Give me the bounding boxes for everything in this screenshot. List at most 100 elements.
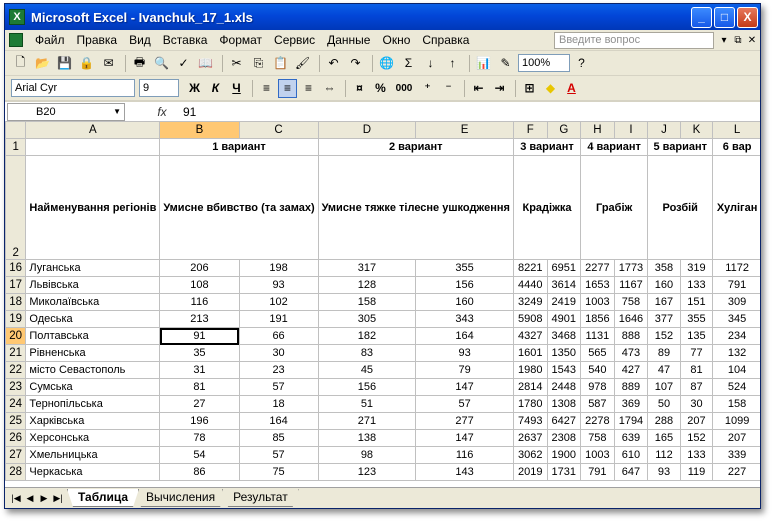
crime-header[interactable]: Умисне вбивство (та замах) [159, 155, 319, 260]
value-cell[interactable]: 87 [679, 378, 714, 396]
value-cell[interactable]: 6951 [546, 259, 582, 277]
value-cell[interactable]: 2814 [512, 378, 548, 396]
value-cell[interactable]: 93 [238, 276, 319, 294]
value-cell[interactable]: 305 [317, 310, 417, 328]
align-center-icon[interactable]: ≡ [278, 78, 297, 98]
bold-button[interactable]: Ж [185, 79, 204, 98]
row-header[interactable]: 24 [5, 395, 27, 413]
column-header-h[interactable]: H [580, 121, 615, 139]
value-cell[interactable]: 85 [238, 429, 319, 447]
value-cell[interactable]: 2419 [546, 293, 582, 311]
value-cell[interactable]: 1980 [512, 361, 548, 379]
value-cell[interactable]: 3249 [512, 293, 548, 311]
column-header-c[interactable]: C [238, 121, 319, 139]
minimize-button[interactable]: _ [691, 6, 712, 28]
borders-icon[interactable]: ⊞ [520, 79, 539, 98]
value-cell[interactable]: 167 [647, 293, 681, 311]
maximize-button[interactable]: □ [714, 6, 735, 28]
value-cell[interactable]: 7493 [512, 412, 548, 430]
value-cell[interactable]: 143 [415, 463, 514, 481]
document-icon[interactable] [9, 33, 23, 47]
menu-edit[interactable]: Правка [71, 33, 124, 47]
value-cell[interactable]: 102 [238, 293, 319, 311]
value-cell[interactable]: 2019 [512, 463, 548, 481]
value-cell[interactable]: 2448 [546, 378, 582, 396]
value-cell[interactable]: 54 [159, 446, 240, 464]
value-cell[interactable]: 277 [415, 412, 514, 430]
value-cell[interactable]: 639 [613, 429, 649, 447]
help-question-input[interactable]: Введите вопрос [554, 31, 714, 49]
format-painter-icon[interactable]: 🖌 [293, 54, 312, 73]
value-cell[interactable]: 104 [712, 361, 760, 379]
menu-format[interactable]: Формат [213, 33, 268, 47]
open-icon[interactable]: 📂 [33, 54, 52, 73]
value-cell[interactable]: 1601 [512, 344, 548, 362]
value-cell[interactable]: 791 [580, 463, 615, 481]
crime-header[interactable]: Грабіж [580, 155, 649, 260]
value-cell[interactable]: 358 [647, 259, 681, 277]
value-cell[interactable]: 77 [679, 344, 714, 362]
cell[interactable] [25, 138, 161, 156]
value-cell[interactable]: 164 [238, 412, 319, 430]
menu-data[interactable]: Данные [321, 33, 376, 47]
row-header[interactable]: 28 [5, 463, 27, 481]
value-cell[interactable]: 355 [679, 310, 714, 328]
value-cell[interactable]: 1773 [613, 259, 649, 277]
research-icon[interactable]: 📖 [196, 54, 215, 73]
value-cell[interactable]: 50 [647, 395, 681, 413]
value-cell[interactable]: 2277 [580, 259, 615, 277]
fx-label[interactable]: fx [147, 105, 177, 119]
value-cell[interactable]: 1731 [546, 463, 582, 481]
decrease-decimal-icon[interactable]: ⁻ [439, 79, 458, 98]
menu-insert[interactable]: Вставка [157, 33, 214, 47]
value-cell[interactable]: 355 [415, 259, 514, 277]
value-cell[interactable]: 112 [647, 446, 681, 464]
value-cell[interactable]: 1794 [613, 412, 649, 430]
region-cell[interactable]: Одеська [25, 310, 161, 328]
column-header-f[interactable]: F [512, 121, 548, 139]
value-cell[interactable]: 1780 [512, 395, 548, 413]
value-cell[interactable]: 132 [712, 344, 760, 362]
sheet-tab-table[interactable]: Таблица [67, 489, 139, 507]
value-cell[interactable]: 3614 [546, 276, 582, 294]
region-cell[interactable]: Рівненська [25, 344, 161, 362]
value-cell[interactable]: 164 [415, 327, 514, 345]
value-cell[interactable]: 1172 [712, 259, 760, 277]
value-cell[interactable]: 18 [238, 395, 319, 413]
help-icon[interactable]: ? [572, 54, 591, 73]
value-cell[interactable]: 57 [238, 446, 319, 464]
value-cell[interactable]: 35 [159, 344, 240, 362]
row-header[interactable]: 1 [5, 138, 27, 156]
value-cell[interactable]: 1099 [712, 412, 760, 430]
value-cell[interactable]: 1167 [613, 276, 649, 294]
row-header[interactable]: 20 [5, 327, 27, 345]
value-cell[interactable]: 1653 [580, 276, 615, 294]
menu-window[interactable]: Окно [376, 33, 416, 47]
worksheet-grid[interactable]: A B C D E F G H I J K L 1 1 вариант 2 ва… [5, 121, 760, 489]
value-cell[interactable]: 473 [613, 344, 649, 362]
underline-button[interactable]: Ч [227, 79, 246, 98]
select-all-corner[interactable] [5, 121, 27, 139]
row-header[interactable]: 25 [5, 412, 27, 430]
doc-minimize-icon[interactable]: ▾ [718, 35, 730, 46]
crime-header[interactable]: Крадіжка [512, 155, 582, 260]
variant-header[interactable]: 6 вар [712, 138, 760, 156]
value-cell[interactable]: 57 [238, 378, 319, 396]
region-cell[interactable]: Луганська [25, 259, 161, 277]
percent-button[interactable]: % [371, 79, 390, 98]
value-cell[interactable]: 116 [159, 293, 240, 311]
variant-header[interactable]: 4 вариант [580, 138, 649, 156]
value-cell[interactable]: 151 [679, 293, 714, 311]
close-button[interactable]: X [737, 6, 758, 28]
value-cell[interactable]: 81 [159, 378, 240, 396]
region-cell[interactable]: Сумська [25, 378, 161, 396]
value-cell[interactable]: 888 [613, 327, 649, 345]
region-cell[interactable]: Черкаська [25, 463, 161, 481]
value-cell[interactable]: 227 [712, 463, 760, 481]
font-color-icon[interactable]: A [562, 79, 581, 98]
doc-restore-icon[interactable]: ⧉ [732, 35, 744, 46]
value-cell[interactable]: 191 [238, 310, 319, 328]
value-cell[interactable]: 138 [317, 429, 417, 447]
value-cell[interactable]: 93 [647, 463, 681, 481]
value-cell[interactable]: 160 [647, 276, 681, 294]
